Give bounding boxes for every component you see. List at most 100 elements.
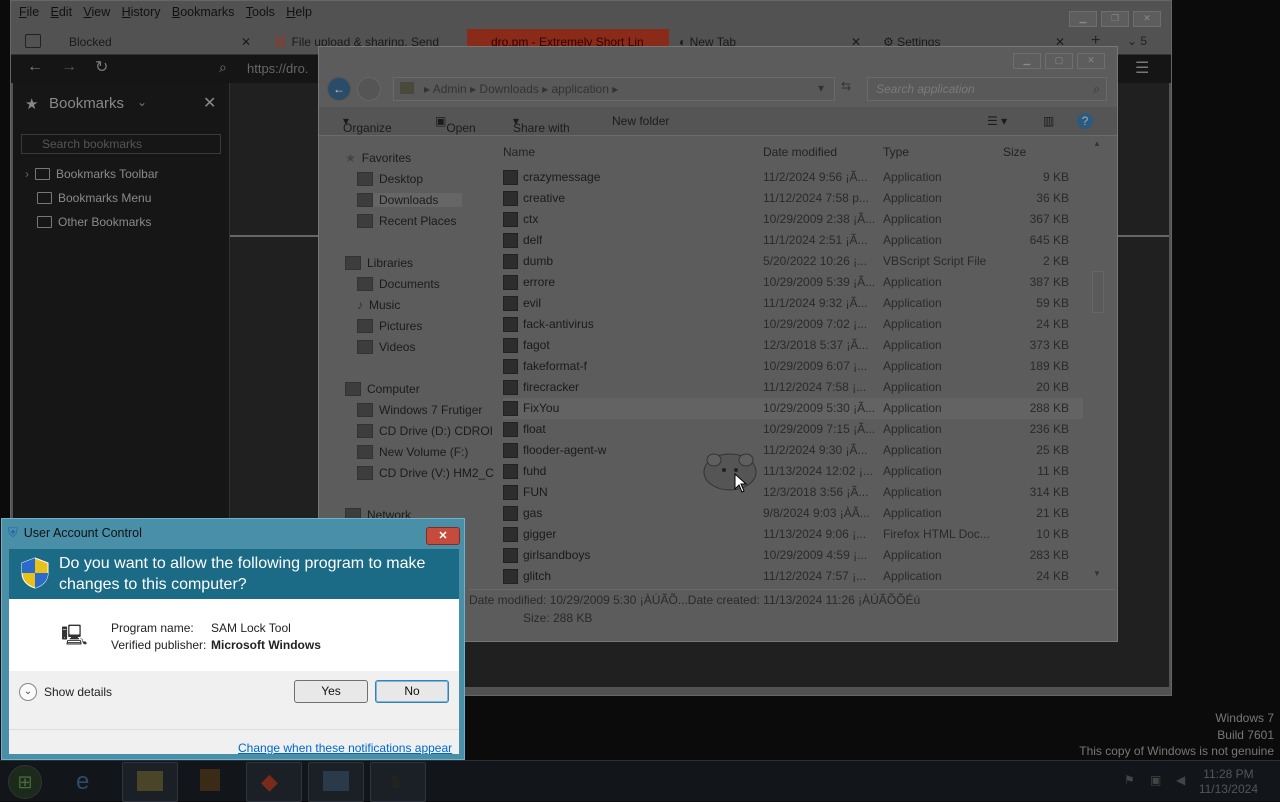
- no-button[interactable]: No: [375, 680, 449, 703]
- forward-icon[interactable]: →: [61, 58, 77, 76]
- table-row[interactable]: girlsandboys 10/29/2009 4:59 ¡... Applicat…: [503, 545, 1083, 566]
- nav-computer[interactable]: Computer: [345, 382, 420, 396]
- sidebar-title[interactable]: Bookmarks: [49, 95, 124, 112]
- close-icon[interactable]: ✕: [203, 93, 216, 113]
- back-icon[interactable]: ←: [27, 58, 43, 76]
- clock[interactable]: 11:28 PM 11/13/2024: [1199, 767, 1258, 797]
- nav-drive-d[interactable]: CD Drive (D:) CDROI: [357, 424, 493, 438]
- share-button[interactable]: Share with ▾: [513, 114, 570, 135]
- sidebar-item-toolbar[interactable]: › Bookmarks Toolbar: [25, 167, 159, 181]
- sidebar-item-menu[interactable]: Bookmarks Menu: [37, 191, 151, 205]
- close-button[interactable]: ✕: [1133, 11, 1161, 27]
- table-row[interactable]: FixYou 10/29/2009 5:30 ¡Ã... Application 28…: [503, 398, 1083, 419]
- breadcrumb-downloads[interactable]: Downloads: [479, 82, 538, 96]
- scrollbar[interactable]: ▲ ▼: [1091, 139, 1105, 579]
- table-row[interactable]: float 10/29/2009 7:15 ¡Ã... Application 236…: [503, 419, 1083, 440]
- menu-view[interactable]: View: [83, 5, 110, 19]
- start-button-icon[interactable]: ⊞: [8, 765, 42, 799]
- show-details-button[interactable]: Show details: [44, 685, 112, 699]
- table-row[interactable]: evil 11/1/2024 9:32 ¡Ã... Application 59 KB: [503, 293, 1083, 314]
- view-options-icon[interactable]: ☰ ▾: [987, 114, 1007, 128]
- nav-pictures[interactable]: Pictures: [357, 319, 422, 333]
- reload-icon[interactable]: ↻: [95, 57, 108, 77]
- nav-favorites[interactable]: ★ Favorites: [345, 151, 411, 165]
- table-row[interactable]: flooder-agent-w 11/2/2024 9:30 ¡Ã... Appli…: [503, 440, 1083, 461]
- search-input[interactable]: Search application ⌕: [867, 77, 1107, 101]
- taskbar-app[interactable]: [308, 762, 364, 802]
- help-icon[interactable]: ?: [1077, 113, 1093, 129]
- sidebar-item-other[interactable]: Other Bookmarks: [37, 215, 151, 229]
- bookmarks-search-input[interactable]: Search bookmarks: [21, 134, 221, 154]
- new-folder-button[interactable]: New folder: [612, 114, 669, 128]
- table-row[interactable]: gigger 11/13/2024 9:06 ¡... Firefox HTML D…: [503, 524, 1083, 545]
- taskbar-spy[interactable]: ♞: [370, 762, 426, 802]
- breadcrumb-admin[interactable]: Admin: [433, 82, 467, 96]
- menu-tools[interactable]: Tools: [246, 5, 275, 19]
- preview-pane-icon[interactable]: ▥: [1043, 114, 1054, 128]
- menu-history[interactable]: History: [122, 5, 161, 19]
- column-size[interactable]: Size: [1003, 145, 1026, 159]
- media-player-icon[interactable]: [200, 769, 220, 791]
- tab-count[interactable]: ⌄ 5: [1127, 34, 1147, 48]
- nav-documents[interactable]: Documents: [357, 277, 440, 291]
- table-row[interactable]: gas 9/8/2024 9:03 ¡ÀÃ... Application 21 KB: [503, 503, 1083, 524]
- tab-list-icon[interactable]: [25, 34, 41, 48]
- nav-drive-f[interactable]: New Volume (F:): [357, 445, 468, 459]
- network-icon[interactable]: ▣: [1150, 773, 1161, 787]
- taskbar-explorer[interactable]: [122, 762, 178, 802]
- forward-icon[interactable]: [357, 77, 381, 101]
- hamburger-menu-icon[interactable]: ☰: [1135, 58, 1149, 78]
- yes-button[interactable]: Yes: [294, 680, 368, 703]
- nav-recent[interactable]: Recent Places: [357, 214, 456, 228]
- table-row[interactable]: fack-antivirus 10/29/2009 7:02 ¡... Applic…: [503, 314, 1083, 335]
- column-name[interactable]: Name: [503, 145, 535, 159]
- internet-explorer-icon[interactable]: e: [76, 768, 89, 796]
- chevron-down-icon[interactable]: ⌄: [137, 95, 147, 109]
- table-row[interactable]: creative 11/12/2024 7:58 p... Application 3…: [503, 188, 1083, 209]
- column-type[interactable]: Type: [883, 145, 909, 159]
- scroll-up-icon[interactable]: ▲: [1093, 139, 1101, 148]
- restore-button[interactable]: ❐: [1101, 11, 1129, 27]
- breadcrumb-application[interactable]: application: [552, 82, 609, 96]
- scroll-down-icon[interactable]: ▼: [1093, 569, 1101, 578]
- chevron-down-icon[interactable]: ▾: [818, 81, 824, 95]
- table-row[interactable]: delf 11/1/2024 2:51 ¡Ã... Application 645 K…: [503, 230, 1083, 251]
- nav-drive-c[interactable]: Windows 7 Frutiger: [357, 403, 482, 417]
- close-tab-icon[interactable]: ✕: [241, 29, 251, 55]
- table-row[interactable]: crazymessage 11/2/2024 9:56 ¡Ã... Applicat…: [503, 167, 1083, 188]
- table-row[interactable]: fagot 12/3/2018 5:37 ¡Ã... Application 373 …: [503, 335, 1083, 356]
- table-row[interactable]: dumb 5/20/2022 10:26 ¡... VBScript Script …: [503, 251, 1083, 272]
- address-bar[interactable]: ▸ Admin ▸ Downloads ▸ application ▸ ▾: [393, 77, 835, 101]
- volume-icon[interactable]: ◀: [1176, 773, 1185, 787]
- refresh-icon[interactable]: ⇆: [841, 79, 851, 93]
- maximize-button[interactable]: ▢: [1045, 53, 1073, 69]
- scroll-thumb[interactable]: [1092, 271, 1104, 313]
- open-button[interactable]: ▣ Open: [435, 114, 476, 135]
- column-date[interactable]: Date modified: [763, 145, 837, 159]
- close-button[interactable]: ✕: [426, 527, 460, 545]
- nav-libraries[interactable]: Libraries: [345, 256, 413, 270]
- organize-button[interactable]: Organize ▾: [343, 114, 392, 135]
- table-row[interactable]: ctx 10/29/2009 2:38 ¡Ã... Application 367 K…: [503, 209, 1083, 230]
- taskbar-firefox[interactable]: ◆: [246, 762, 302, 802]
- chevron-down-icon[interactable]: ⌄: [19, 683, 37, 701]
- table-row[interactable]: errore 10/29/2009 5:39 ¡Ã... Application 38…: [503, 272, 1083, 293]
- tab-blocked[interactable]: Blocked ✕: [69, 29, 259, 55]
- close-button[interactable]: ✕: [1077, 53, 1105, 69]
- minimize-button[interactable]: ▁: [1069, 11, 1097, 27]
- nav-videos[interactable]: Videos: [357, 340, 415, 354]
- back-icon[interactable]: ←: [327, 77, 351, 101]
- nav-desktop[interactable]: Desktop: [357, 172, 423, 186]
- menu-help[interactable]: Help: [286, 5, 312, 19]
- nav-music[interactable]: ♪ Music: [357, 298, 400, 312]
- nav-drive-v[interactable]: CD Drive (V:) HM2_C: [357, 466, 494, 480]
- table-row[interactable]: firecracker 11/12/2024 7:58 ¡... Applicati…: [503, 377, 1083, 398]
- table-row[interactable]: glitch 11/12/2024 7:57 ¡... Application 24 …: [503, 566, 1083, 587]
- table-row[interactable]: fakeformat-f 10/29/2009 6:07 ¡... Applicat…: [503, 356, 1083, 377]
- menu-bookmarks[interactable]: Bookmarks: [172, 5, 235, 19]
- nav-downloads[interactable]: Downloads: [357, 193, 463, 207]
- flag-icon[interactable]: ⚑: [1124, 773, 1135, 787]
- table-row[interactable]: FUN 12/3/2018 3:56 ¡Ã... Application 314 KB: [503, 482, 1083, 503]
- notification-settings-link[interactable]: Change when these notifications appear: [238, 741, 452, 755]
- menu-file[interactable]: File: [19, 5, 39, 19]
